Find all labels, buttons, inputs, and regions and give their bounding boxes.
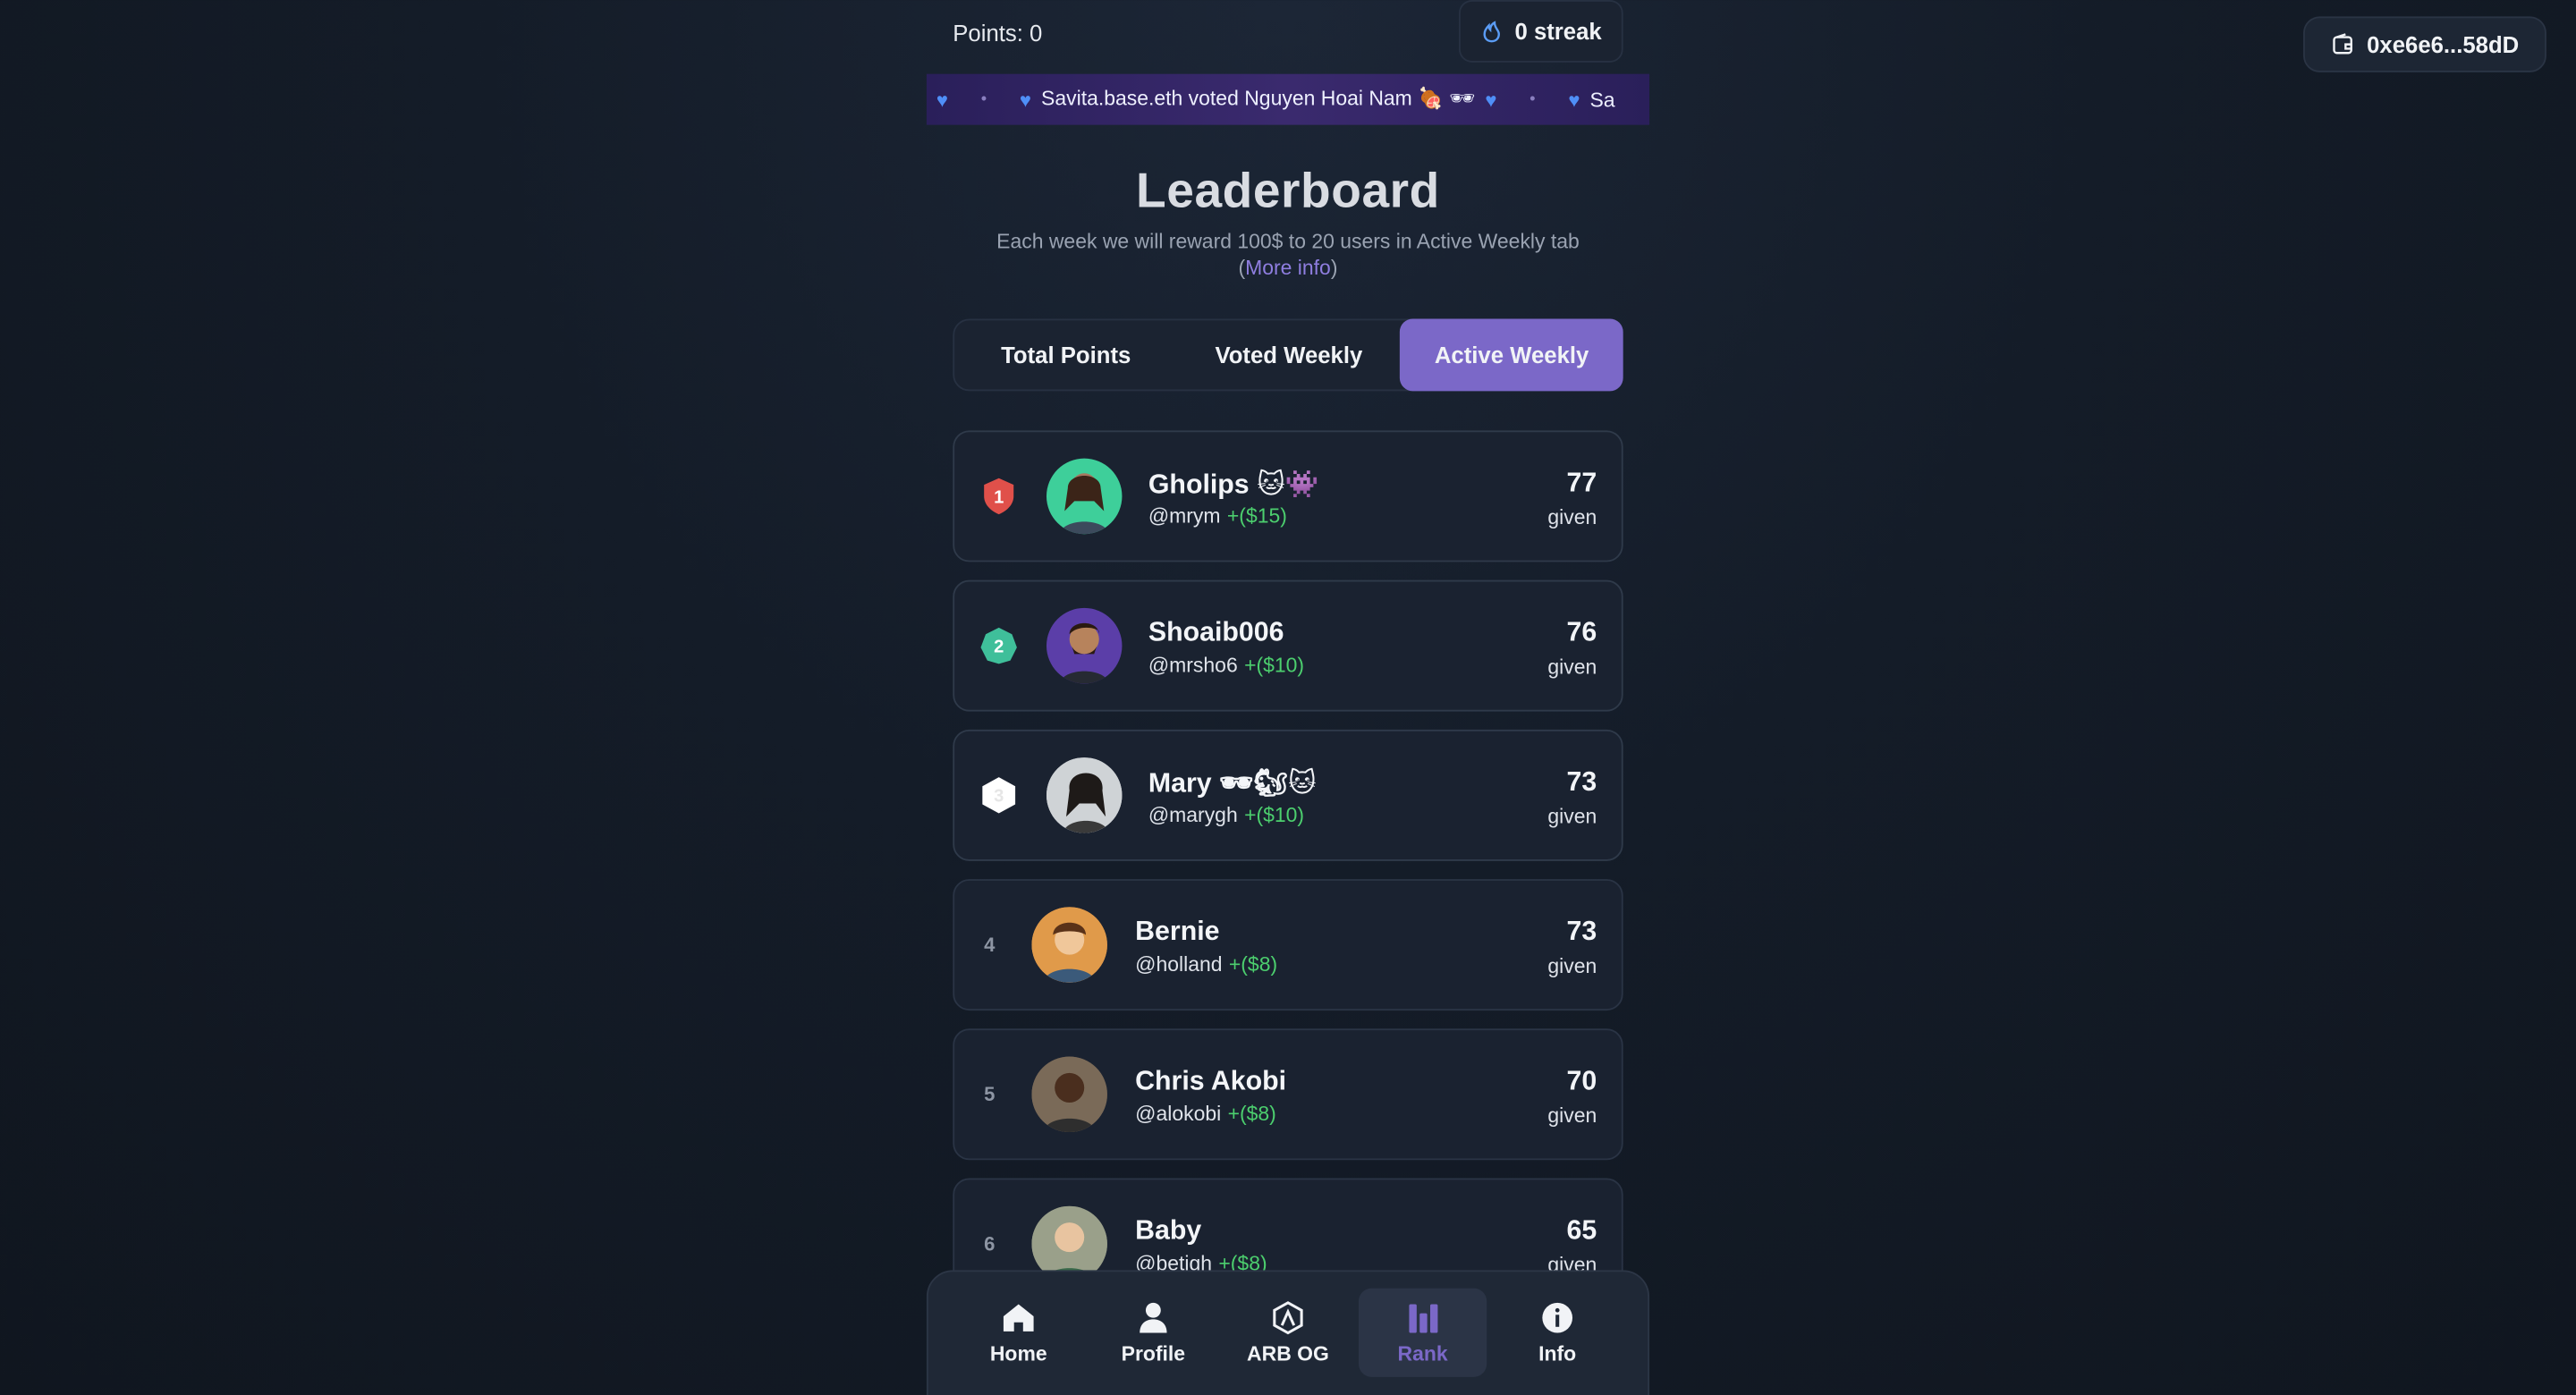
score-value: 70 (1566, 1066, 1597, 1096)
score-label: given (1547, 505, 1597, 529)
score-value: 76 (1566, 617, 1597, 647)
score-label: given (1547, 655, 1597, 679)
wallet-icon (2332, 33, 2352, 55)
rank-number: 1 (994, 487, 1004, 507)
score: 73 given (1547, 917, 1597, 977)
nav-home[interactable]: Home (954, 1289, 1082, 1377)
leaderboard-row[interactable]: 1 Gholips 🐱👾 @mrym +($15) 77 given (953, 430, 1623, 562)
user-name: Baby (1135, 1215, 1202, 1246)
heart-icon: ♥ (1019, 88, 1032, 112)
reward-amount: +($8) (1228, 952, 1278, 976)
top-bar: Points: 0 0 streak (953, 0, 1623, 66)
leaderboard-row[interactable]: 5 Chris Akobi @alokobi +($8) 70 given (953, 1028, 1623, 1161)
user-handle: @holland +($8) (1135, 953, 1277, 976)
leaderboard-row[interactable]: 4 Bernie @holland +($8) 73 given (953, 879, 1623, 1011)
nav-profile[interactable]: Profile (1089, 1289, 1217, 1377)
rank-2-badge-icon: 2 (980, 627, 1017, 664)
nav-label: Rank (1397, 1342, 1448, 1365)
nav-arb-og[interactable]: ARB OG (1224, 1289, 1352, 1377)
points-label: Points: 0 (953, 20, 1043, 46)
leaderboard-tabs: Total Points Voted Weekly Active Weekly (953, 318, 1623, 392)
score: 65 given (1547, 1216, 1597, 1277)
handle-text: @marygh (1148, 803, 1238, 827)
user-handle: @alokobi +($8) (1135, 1103, 1276, 1126)
score: 77 given (1547, 469, 1597, 529)
handle-text: @holland (1135, 952, 1223, 976)
ticker-message-next: Sa (1589, 88, 1615, 112)
user-name: Gholips 🐱👾 (1148, 469, 1319, 500)
score-label: given (1547, 805, 1597, 829)
reward-amount: +($10) (1244, 654, 1305, 678)
avatar (1031, 907, 1107, 983)
handle-text: @mrsho6 (1148, 654, 1238, 678)
reward-amount: +($8) (1227, 1102, 1276, 1126)
bottom-nav: Home Profile ARB OG Rank Info (926, 1270, 1650, 1395)
heart-icon: ♥ (1568, 88, 1580, 112)
person-icon (1140, 1302, 1167, 1333)
rank-number: 3 (994, 787, 1004, 807)
score-value: 65 (1566, 1215, 1597, 1246)
user-name: Bernie (1135, 917, 1220, 947)
score: 76 given (1547, 618, 1597, 679)
reward-amount: +($10) (1244, 803, 1305, 827)
wallet-address: 0xe6e6...58dD (2367, 30, 2520, 58)
main-column: Points: 0 0 streak ♥ • ♥ Savita.base.eth… (926, 0, 1650, 1395)
nav-label: Info (1538, 1342, 1577, 1365)
nav-label: Profile (1121, 1342, 1186, 1365)
tab-total-points[interactable]: Total Points (954, 320, 1177, 389)
leaderboard-row[interactable]: 2 Shoaib006 @mrsho6 +($10) 76 given (953, 579, 1623, 712)
rank-number: 2 (994, 637, 1004, 656)
ticker-message: Savita.base.eth voted Nguyen Hoai Nam 🍖 … (1041, 87, 1476, 111)
nav-rank[interactable]: Rank (1358, 1288, 1487, 1377)
score-label: given (1547, 954, 1597, 978)
score-value: 73 (1566, 767, 1597, 798)
page-subtitle: Each week we will reward 100$ to 20 user… (970, 230, 1607, 281)
tab-active-weekly[interactable]: Active Weekly (1400, 318, 1623, 392)
score-value: 77 (1566, 468, 1597, 498)
home-icon (1003, 1304, 1034, 1332)
handle-text: @mrym (1148, 504, 1221, 528)
user-name: Chris Akobi (1135, 1066, 1287, 1096)
heart-icon: ♥ (936, 88, 949, 112)
user-handle: @mrsho6 +($10) (1148, 654, 1304, 677)
bar-chart-icon (1409, 1304, 1438, 1333)
avatar (1046, 458, 1123, 535)
reward-amount: +($15) (1226, 504, 1287, 528)
more-info-link[interactable]: More info (1245, 256, 1331, 279)
rank-1-badge-icon: 1 (984, 478, 1014, 515)
heart-icon: ♥ (1485, 88, 1497, 112)
streak-label: 0 streak (1514, 18, 1602, 45)
streak-button[interactable]: 0 streak (1458, 0, 1623, 63)
arbitrum-icon (1273, 1301, 1303, 1335)
page-title: Leaderboard (1136, 164, 1440, 219)
user-handle: @marygh +($10) (1148, 804, 1304, 827)
tab-voted-weekly[interactable]: Voted Weekly (1177, 320, 1400, 389)
rank-number: 5 (984, 1082, 996, 1106)
score: 70 given (1547, 1067, 1597, 1128)
user-name: Mary 🕶🐿🐱 (1148, 768, 1317, 799)
avatar (1031, 1056, 1107, 1133)
avatar (1046, 757, 1123, 833)
user-handle: @mrym +($15) (1148, 504, 1287, 528)
subtitle-end: ) (1330, 255, 1338, 279)
handle-text: @alokobi (1135, 1102, 1222, 1126)
rank-number: 4 (984, 933, 996, 957)
rank-3-badge-icon: 3 (982, 777, 1016, 814)
wallet-button[interactable]: 0xe6e6...58dD (2303, 16, 2546, 72)
score-value: 73 (1566, 917, 1597, 947)
score: 73 given (1547, 767, 1597, 828)
avatar (1046, 607, 1123, 684)
info-icon (1542, 1302, 1573, 1333)
leaderboard-row[interactable]: 3 Mary 🕶🐿🐱 @marygh +($10) 73 given (953, 729, 1623, 861)
separator-dot: • (1530, 90, 1536, 109)
activity-ticker: ♥ • ♥ Savita.base.eth voted Nguyen Hoai … (926, 73, 1650, 125)
nav-info[interactable]: Info (1494, 1289, 1622, 1377)
score-label: given (1547, 1103, 1597, 1128)
separator-dot: • (980, 90, 987, 109)
nav-label: Home (989, 1342, 1047, 1365)
flame-icon (1483, 21, 1501, 43)
nav-label: ARB OG (1247, 1342, 1329, 1365)
user-name: Shoaib006 (1148, 617, 1284, 647)
